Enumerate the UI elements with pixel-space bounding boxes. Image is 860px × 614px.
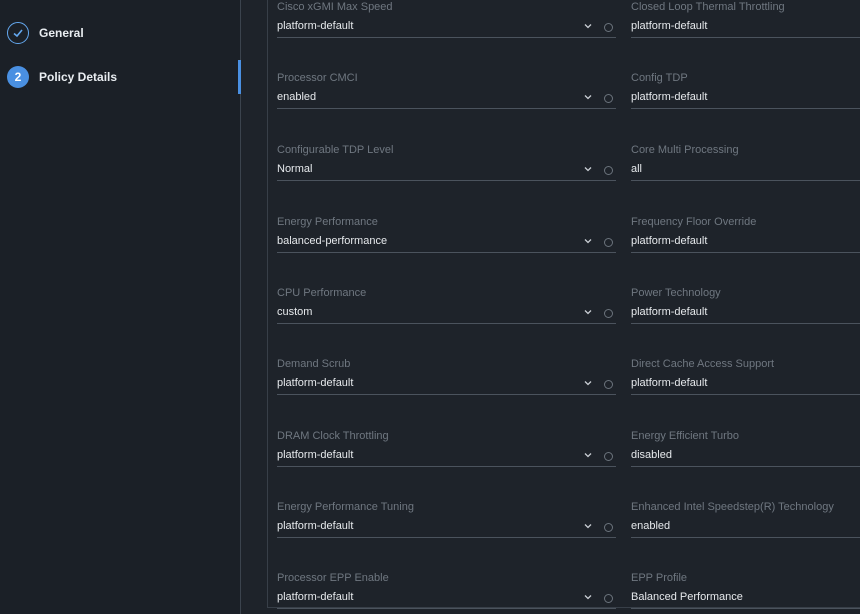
select-value[interactable]: platform-default <box>631 235 707 247</box>
field-label: Energy Efficient Turbo <box>631 430 740 442</box>
info-icon[interactable] <box>604 238 613 247</box>
select-field[interactable]: Processor CMCI enabled <box>277 72 617 110</box>
field-label: Core Multi Processing <box>631 144 739 156</box>
field-underline <box>277 323 616 324</box>
select-value[interactable]: platform-default <box>277 520 353 532</box>
chevron-down-icon[interactable] <box>583 592 593 602</box>
field-underline <box>277 252 616 253</box>
select-value[interactable]: disabled <box>631 449 672 461</box>
field-label: Energy Performance Tuning <box>277 501 414 513</box>
wizard-sidebar: General 2 Policy Details <box>0 0 240 614</box>
field-underline <box>631 323 860 324</box>
field-underline <box>277 180 616 181</box>
chevron-down-icon[interactable] <box>583 92 593 102</box>
step-policy-details[interactable]: 2 Policy Details <box>7 65 117 89</box>
field-underline <box>631 466 860 467</box>
step-label: General <box>39 26 84 40</box>
select-field[interactable]: Energy Performance balanced-performance <box>277 216 617 254</box>
step-label: Policy Details <box>39 70 118 84</box>
select-field[interactable]: Processor EPP Enable platform-default <box>277 572 617 610</box>
chevron-down-icon[interactable] <box>583 21 593 31</box>
field-underline <box>277 108 616 109</box>
field-label: Frequency Floor Override <box>631 216 757 228</box>
select-field[interactable]: Core Multi Processing all <box>631 144 860 182</box>
field-label: Closed Loop Thermal Throttling <box>631 1 785 13</box>
select-value[interactable]: platform-default <box>277 591 353 603</box>
chevron-down-icon[interactable] <box>583 236 593 246</box>
chevron-down-icon[interactable] <box>583 378 593 388</box>
field-underline <box>277 608 616 609</box>
select-field[interactable]: Configurable TDP Level Normal <box>277 144 617 182</box>
select-field[interactable]: Frequency Floor Override platform-default <box>631 216 860 254</box>
field-underline <box>277 466 616 467</box>
field-label: Config TDP <box>631 72 688 84</box>
field-label: EPP Profile <box>631 572 688 584</box>
select-field[interactable]: Energy Performance Tuning platform-defaul… <box>277 501 617 539</box>
field-underline <box>631 108 860 109</box>
select-value[interactable]: balanced-performance <box>277 235 387 247</box>
field-underline <box>631 180 860 181</box>
field-label: Cisco xGMI Max Speed <box>277 1 393 13</box>
field-underline <box>631 252 860 253</box>
field-underline <box>631 37 860 38</box>
check-icon <box>7 22 29 44</box>
select-value[interactable]: enabled <box>631 520 670 532</box>
field-underline <box>277 394 616 395</box>
select-field[interactable]: Cisco xGMI Max Speed platform-default <box>277 1 617 39</box>
field-underline <box>277 37 616 38</box>
chevron-down-icon[interactable] <box>583 164 593 174</box>
select-field[interactable]: DRAM Clock Throttling platform-default <box>277 430 617 468</box>
field-label: Processor EPP Enable <box>277 572 389 584</box>
select-field[interactable]: CPU Performance custom <box>277 287 617 325</box>
field-label: Energy Performance <box>277 216 378 228</box>
chevron-down-icon[interactable] <box>583 307 593 317</box>
select-field[interactable]: EPP Profile Balanced Performance <box>631 572 860 610</box>
field-label: Enhanced Intel Speedstep(R) Technology <box>631 501 834 513</box>
info-icon[interactable] <box>604 452 613 461</box>
select-field[interactable]: Demand Scrub platform-default <box>277 358 617 396</box>
select-value[interactable]: platform-default <box>631 20 707 32</box>
field-underline <box>277 537 616 538</box>
field-label: Direct Cache Access Support <box>631 358 775 370</box>
form-border <box>267 0 268 608</box>
select-value[interactable]: enabled <box>277 91 316 103</box>
field-underline <box>631 608 860 609</box>
select-value[interactable]: platform-default <box>631 377 707 389</box>
select-value[interactable]: all <box>631 163 642 175</box>
select-value[interactable]: platform-default <box>277 377 353 389</box>
info-icon[interactable] <box>604 166 613 175</box>
select-value[interactable]: platform-default <box>631 91 707 103</box>
info-icon[interactable] <box>604 23 613 32</box>
field-underline <box>631 537 860 538</box>
chevron-down-icon[interactable] <box>583 521 593 531</box>
field-label: Configurable TDP Level <box>277 144 394 156</box>
select-field[interactable]: Direct Cache Access Support platform-defa… <box>631 358 860 396</box>
select-field[interactable]: Config TDP platform-default <box>631 72 860 110</box>
select-field[interactable]: Closed Loop Thermal Throttling platform-d… <box>631 1 860 39</box>
step-general[interactable]: General <box>7 21 84 45</box>
step-number-badge: 2 <box>7 66 29 88</box>
select-value[interactable]: platform-default <box>277 449 353 461</box>
field-label: Power Technology <box>631 287 721 299</box>
field-label: Demand Scrub <box>277 358 351 370</box>
info-icon[interactable] <box>604 380 613 389</box>
chevron-down-icon[interactable] <box>583 450 593 460</box>
info-icon[interactable] <box>604 594 613 603</box>
select-value[interactable]: custom <box>277 306 312 318</box>
field-underline <box>631 394 860 395</box>
select-field[interactable]: Enhanced Intel Speedstep(R) Technology en… <box>631 501 860 539</box>
info-icon[interactable] <box>604 94 613 103</box>
select-value[interactable]: Balanced Performance <box>631 591 743 603</box>
info-icon[interactable] <box>604 523 613 532</box>
select-field[interactable]: Power Technology platform-default <box>631 287 860 325</box>
select-value[interactable]: platform-default <box>277 20 353 32</box>
select-value[interactable]: platform-default <box>631 306 707 318</box>
field-label: Processor CMCI <box>277 72 358 84</box>
info-icon[interactable] <box>604 309 613 318</box>
field-label: CPU Performance <box>277 287 367 299</box>
select-field[interactable]: Energy Efficient Turbo disabled <box>631 430 860 468</box>
select-value[interactable]: Normal <box>277 163 312 175</box>
field-label: DRAM Clock Throttling <box>277 430 389 442</box>
